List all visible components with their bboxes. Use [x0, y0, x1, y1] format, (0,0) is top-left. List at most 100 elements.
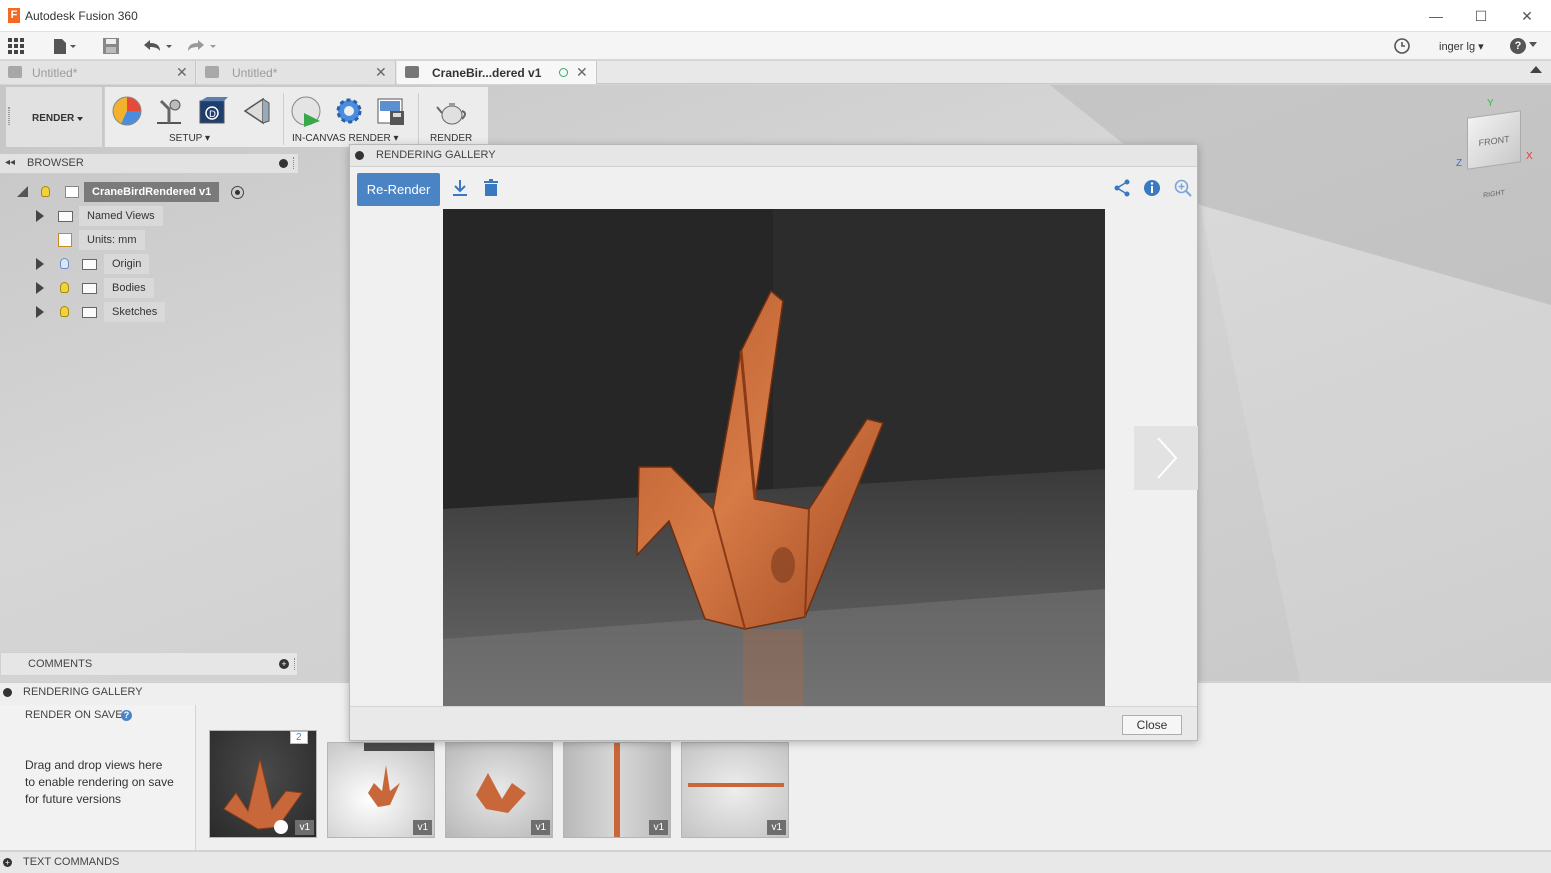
render-thumbnail[interactable]: v1: [681, 742, 789, 838]
browser-item-label: Sketches: [104, 302, 166, 322]
units-ruler-icon: [58, 233, 72, 247]
job-status-clock-icon[interactable]: [1393, 37, 1411, 55]
appearance-icon[interactable]: [111, 95, 143, 127]
browser-item-bodies[interactable]: Bodies: [0, 278, 298, 298]
redo-icon[interactable]: [186, 37, 220, 55]
maximize-button[interactable]: ☐: [1471, 6, 1491, 26]
minimize-panel-icon[interactable]: [279, 159, 288, 168]
browser-item-origin[interactable]: Origin: [0, 254, 298, 274]
close-dialog-button[interactable]: Close: [1122, 715, 1182, 735]
help-menu[interactable]: ?: [1510, 38, 1540, 56]
close-icon[interactable]: ✕: [576, 64, 588, 81]
browser-item-sketches[interactable]: Sketches: [0, 302, 298, 322]
activate-component-icon[interactable]: [231, 186, 244, 199]
workspace-switcher[interactable]: RENDER: [6, 87, 102, 147]
drag-drop-hint: Drag and drop views here to enable rende…: [25, 758, 174, 806]
viewcube-right-label: RIGHT: [1483, 189, 1505, 200]
save-icon[interactable]: [102, 37, 120, 55]
collapse-triangle-icon[interactable]: [17, 186, 28, 197]
expand-triangle-icon[interactable]: [36, 258, 44, 270]
y-axis-label: Y: [1487, 98, 1494, 109]
scene-settings-icon[interactable]: [153, 95, 185, 127]
texture-map-icon[interactable]: [241, 95, 273, 127]
browser-item-named-views[interactable]: Named Views: [0, 206, 298, 226]
user-account-menu[interactable]: inger lg ▾: [1439, 40, 1484, 53]
visibility-bulb-off-icon[interactable]: [60, 258, 69, 269]
expand-panel-plus-icon[interactable]: +: [279, 659, 289, 669]
collapse-gallery-icon[interactable]: [3, 688, 12, 697]
render-teapot-icon[interactable]: [436, 95, 468, 127]
help-icon: ?: [1510, 38, 1526, 54]
ribbon-divider: [283, 93, 284, 145]
collapse-browser-icon[interactable]: ◂◂: [5, 157, 15, 168]
chevron-down-icon: [1529, 42, 1537, 47]
visibility-bulb-icon[interactable]: [60, 282, 69, 293]
view-cube[interactable]: FRONT RIGHT: [1467, 110, 1521, 200]
panel-grip[interactable]: [294, 658, 296, 670]
file-menu-icon[interactable]: [52, 37, 78, 55]
render-on-save-label: RENDER ON SAVE: [25, 709, 123, 721]
browser-root-row[interactable]: CraneBirdRendered v1: [0, 182, 298, 202]
dialog-footer: Close: [350, 706, 1197, 740]
app-grid-icon[interactable]: [8, 38, 26, 57]
next-image-button[interactable]: [1134, 426, 1198, 490]
render-label: RENDER: [430, 133, 473, 144]
comments-panel-header[interactable]: COMMENTS +: [0, 652, 298, 676]
sync-status-icon: [559, 68, 568, 77]
delete-trash-icon[interactable]: [483, 179, 499, 200]
render-thumbnail[interactable]: v1: [327, 742, 435, 838]
undo-icon[interactable]: [142, 37, 176, 55]
document-icon: [205, 66, 219, 78]
render-on-save-area[interactable]: RENDER ON SAVE ? Drag and drop views her…: [0, 705, 196, 850]
browser-item-units[interactable]: Units: mm: [0, 230, 298, 250]
close-window-button[interactable]: ✕: [1517, 6, 1537, 26]
in-canvas-render-icon[interactable]: [290, 95, 322, 127]
visibility-bulb-icon[interactable]: [60, 306, 69, 317]
help-icon[interactable]: ?: [121, 710, 132, 721]
expand-triangle-icon[interactable]: [36, 282, 44, 294]
svg-text:D: D: [209, 110, 216, 120]
chevron-right-icon: [1157, 437, 1178, 479]
close-icon[interactable]: ✕: [176, 64, 188, 81]
capture-image-icon[interactable]: [376, 95, 408, 127]
render-settings-gear-icon[interactable]: [333, 95, 365, 127]
version-badge: v1: [649, 820, 668, 835]
folder-icon: [82, 307, 97, 318]
decal-icon[interactable]: D: [197, 95, 229, 127]
download-icon[interactable]: [451, 179, 469, 200]
info-icon[interactable]: [1143, 179, 1161, 200]
expand-triangle-icon[interactable]: [36, 210, 44, 222]
render-thumbnail[interactable]: v1: [563, 742, 671, 838]
text-commands-bar[interactable]: + TEXT COMMANDS: [0, 851, 1551, 873]
folder-icon: [58, 211, 73, 222]
version-count-badge[interactable]: 2: [290, 731, 308, 744]
document-tab-active[interactable]: CraneBir...dered v1 ✕: [397, 61, 597, 84]
x-axis-label: X: [1526, 151, 1533, 162]
collapse-dialog-icon[interactable]: [355, 151, 364, 160]
share-icon[interactable]: [1113, 179, 1131, 200]
title-bar: F Autodesk Fusion 360 — ☐ ✕: [0, 0, 1551, 32]
collapse-ribbon-icon[interactable]: [1530, 66, 1542, 73]
expand-plus-icon[interactable]: +: [3, 858, 12, 867]
viewcube-front-label: FRONT: [1478, 133, 1510, 149]
expand-triangle-icon[interactable]: [36, 306, 44, 318]
browser-panel-header[interactable]: ◂◂ BROWSER: [0, 154, 298, 174]
zoom-in-icon[interactable]: [1174, 179, 1192, 200]
panel-grip[interactable]: [293, 157, 295, 169]
toolbar-ribbon: RENDER D SETUP ▾ IN-CANVAS RENDER ▾ REND…: [0, 87, 488, 147]
rendered-image-preview[interactable]: [443, 209, 1105, 706]
close-icon[interactable]: ✕: [375, 64, 387, 81]
document-tab[interactable]: Untitled* ✕: [197, 61, 396, 84]
visibility-bulb-icon[interactable]: [41, 186, 50, 197]
ribbon-grip[interactable]: [8, 107, 10, 125]
render-thumbnail[interactable]: v1: [445, 742, 553, 838]
render-thumbnail-selected[interactable]: 2 v1: [209, 730, 317, 838]
minimize-button[interactable]: —: [1426, 6, 1446, 26]
window-title: Autodesk Fusion 360: [25, 9, 138, 23]
dialog-header[interactable]: RENDERING GALLERY: [350, 145, 1197, 167]
document-tab[interactable]: Untitled* ✕: [0, 61, 196, 84]
setup-menu[interactable]: SETUP ▾: [169, 133, 210, 144]
in-canvas-render-menu[interactable]: IN-CANVAS RENDER ▾: [292, 133, 416, 144]
in-canvas-render-label: IN-CANVAS RENDER: [292, 133, 391, 144]
rerender-button[interactable]: Re-Render: [357, 173, 440, 206]
